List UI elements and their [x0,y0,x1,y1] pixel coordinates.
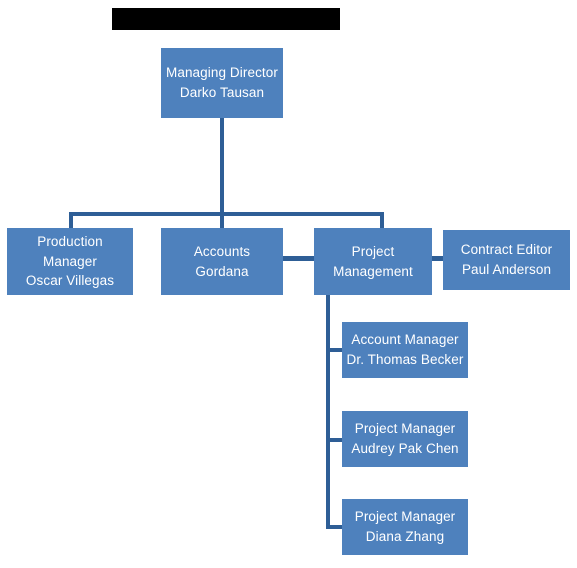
connector-md-to-bus [220,118,224,214]
node-account-manager[interactable]: Account Manager Dr. Thomas Becker [342,322,468,378]
node-role: Contract Editor [460,242,553,258]
node-name: Gordana [195,263,249,279]
node-role-line-2: Management [333,263,413,279]
connector-project-management-to-contract-editor [432,256,443,261]
node-role-line-2: Manager [43,253,97,269]
node-role-line-1: Production [37,233,103,249]
connector-level2-bus [69,212,384,216]
node-managing-director[interactable]: Managing Director Darko Tausan [161,48,283,118]
node-name: Diana Zhang [365,529,445,544]
node-name: Audrey Pak Chen [351,441,459,456]
org-chart-canvas: Managing Director Darko Tausan Productio… [0,0,577,568]
connector-project-management-spine [326,295,330,529]
node-role-line-1: Project [351,243,395,259]
node-role: Project Manager [354,509,456,525]
node-production-manager[interactable]: Production Manager Oscar Villegas [7,228,133,295]
node-role: Accounts [193,243,251,259]
node-contract-editor[interactable]: Contract Editor Paul Anderson [443,230,570,290]
node-name: Paul Anderson [461,262,552,277]
node-accounts[interactable]: Accounts Gordana [161,228,283,295]
connector-accounts-to-project-management [283,256,314,261]
node-role: Managing Director [165,65,278,81]
node-project-management[interactable]: Project Management [314,228,432,295]
redacted-title-bar [112,8,340,30]
node-project-manager-2[interactable]: Project Manager Diana Zhang [342,499,468,555]
node-name: Oscar Villegas [25,273,115,289]
node-role: Project Manager [354,421,456,437]
node-project-manager-1[interactable]: Project Manager Audrey Pak Chen [342,411,468,467]
node-name: Dr. Thomas Becker [346,352,464,367]
node-role: Account Manager [351,332,459,348]
node-name: Darko Tausan [179,85,265,100]
